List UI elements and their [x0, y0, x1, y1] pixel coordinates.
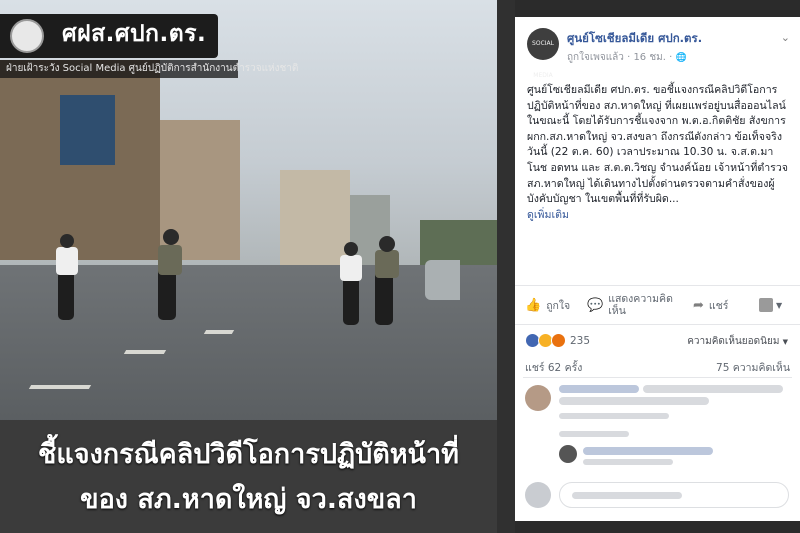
post-action-bar: 👍 ถูกใจ 💬 แสดงความคิดเห็น ➦ แชร์ ▼ — [515, 285, 800, 325]
see-more-link[interactable]: ดูเพิ่มเติม — [527, 209, 569, 221]
share-label: แชร์ — [708, 299, 729, 312]
comment-item — [525, 383, 790, 427]
redacted-text — [559, 385, 639, 393]
angry-reaction-icon — [551, 333, 566, 348]
post-meta-text: ถูกใจเพจแล้ว · 16 ชม. · — [567, 52, 676, 63]
share-arrow-icon: ➦ — [693, 297, 704, 313]
profile-thumb-icon — [759, 298, 773, 312]
avatar[interactable] — [559, 445, 577, 463]
video-caption-line2: ของ สภ.หาดใหญ่ จว.สงขลา — [80, 484, 417, 515]
like-label: ถูกใจ — [546, 299, 571, 312]
comment-sort-dropdown[interactable]: ความคิดเห็นยอดนิยม ▼ — [687, 334, 788, 349]
page-avatar[interactable]: SOCIAL MEDIA — [527, 28, 559, 79]
facebook-post-card: SOCIAL MEDIA ศูนย์โซเชียลมีเดีย ศปก.ตร. … — [515, 17, 800, 521]
video-frame[interactable]: ศฝส.ศปก.ตร. ฝ่ายเฝ้าระวัง Social Media ศ… — [0, 0, 497, 533]
post-body: ศูนย์โซเชียลมีเดีย ศปก.ตร. ขอชี้แจงกรณีค… — [527, 83, 791, 223]
post-body-text: ศูนย์โซเชียลมีเดีย ศปก.ตร. ขอชี้แจงกรณีค… — [527, 84, 789, 206]
video-caption-line1: ชี้แจงกรณีคลิปวิดีโอการปฏิบัติหน้าที่ — [38, 439, 459, 470]
comment-count[interactable]: 75 ความคิดเห็น — [716, 359, 790, 376]
channel-logo-subtitle: ฝ่ายเฝ้าระวัง Social Media ศูนย์ปฏิบัติก… — [0, 60, 298, 78]
panel-divider — [497, 0, 515, 533]
thumbs-up-icon: 👍 — [525, 297, 542, 313]
redacted-text — [559, 431, 629, 437]
reaction-summary[interactable]: 235 — [525, 333, 590, 348]
avatar-text: SOCIAL MEDIA — [532, 40, 554, 79]
caret-down-icon: ▼ — [776, 300, 783, 310]
page-name-link[interactable]: ศูนย์โซเชียลมีเดีย ศปก.ตร. — [567, 30, 702, 48]
post-meta: ถูกใจเพจแล้ว · 16 ชม. · 🌐 — [567, 50, 687, 65]
avatar — [525, 482, 551, 508]
redacted-text — [583, 447, 713, 455]
redacted-text — [572, 492, 682, 499]
comment-button[interactable]: 💬 แสดงความคิดเห็น — [587, 286, 677, 324]
redacted-text — [559, 397, 709, 405]
avatar[interactable] — [525, 385, 551, 411]
comment-label: แสดงความคิดเห็น — [608, 293, 673, 317]
redacted-text — [559, 413, 669, 419]
chevron-down-icon[interactable]: ⌄ — [781, 31, 790, 44]
write-comment-input[interactable] — [559, 482, 789, 508]
globe-icon: 🌐 — [675, 53, 687, 63]
video-scene-building — [60, 95, 115, 165]
police-emblem-icon — [10, 19, 44, 53]
channel-logo-title: ศฝส.ศปก.ตร. — [62, 21, 207, 47]
reaction-count: 235 — [570, 334, 591, 347]
sort-label: ความคิดเห็นยอดนิยม — [687, 336, 780, 347]
video-scene-lane-mark — [123, 350, 167, 354]
video-scene-motorcycles — [56, 229, 460, 325]
share-button[interactable]: ➦ แชร์ — [693, 286, 728, 324]
redacted-text — [643, 385, 783, 393]
reaction-as-selector[interactable]: ▼ — [759, 286, 782, 324]
redacted-text — [583, 459, 673, 465]
share-count[interactable]: แชร์ 62 ครั้ง — [525, 359, 582, 376]
divider — [523, 377, 792, 378]
video-scene-lane-mark — [28, 385, 92, 389]
like-button[interactable]: 👍 ถูกใจ — [525, 286, 570, 324]
comment-bubble-icon: 💬 — [587, 297, 604, 313]
caret-down-icon: ▼ — [782, 338, 788, 346]
comment-item — [525, 429, 790, 469]
